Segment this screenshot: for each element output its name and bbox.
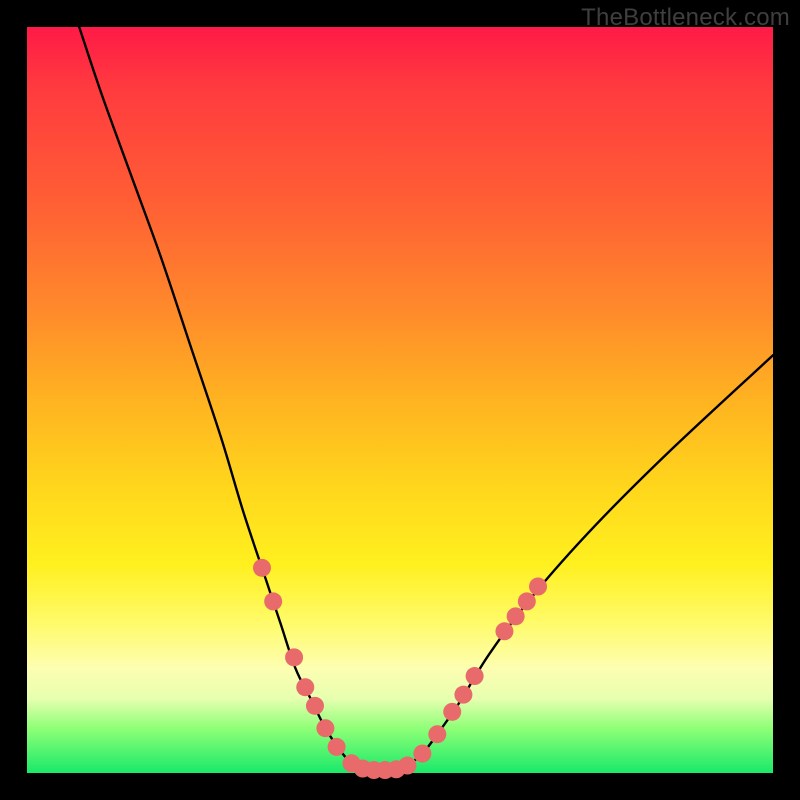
curve-marker bbox=[518, 592, 536, 610]
curve-marker bbox=[428, 725, 446, 743]
curve-marker bbox=[328, 738, 346, 756]
curve-marker bbox=[253, 559, 271, 577]
curve-marker bbox=[264, 592, 282, 610]
plot-area bbox=[27, 27, 773, 773]
curve-marker bbox=[529, 578, 547, 596]
curve-marker bbox=[306, 697, 324, 715]
curve-marker bbox=[285, 648, 303, 666]
curve-markers bbox=[253, 559, 547, 779]
curve-marker bbox=[398, 757, 416, 775]
watermark-text: TheBottleneck.com bbox=[581, 4, 790, 32]
curve-marker bbox=[507, 607, 525, 625]
curve-marker bbox=[454, 686, 472, 704]
chart-frame: TheBottleneck.com bbox=[0, 0, 800, 800]
curve-marker bbox=[413, 745, 431, 763]
curve-marker bbox=[316, 719, 334, 737]
curve-marker bbox=[466, 667, 484, 685]
curve-marker bbox=[495, 622, 513, 640]
chart-svg bbox=[27, 27, 773, 773]
curve-marker bbox=[296, 678, 314, 696]
curve-marker bbox=[443, 703, 461, 721]
bottleneck-curve bbox=[79, 27, 773, 770]
